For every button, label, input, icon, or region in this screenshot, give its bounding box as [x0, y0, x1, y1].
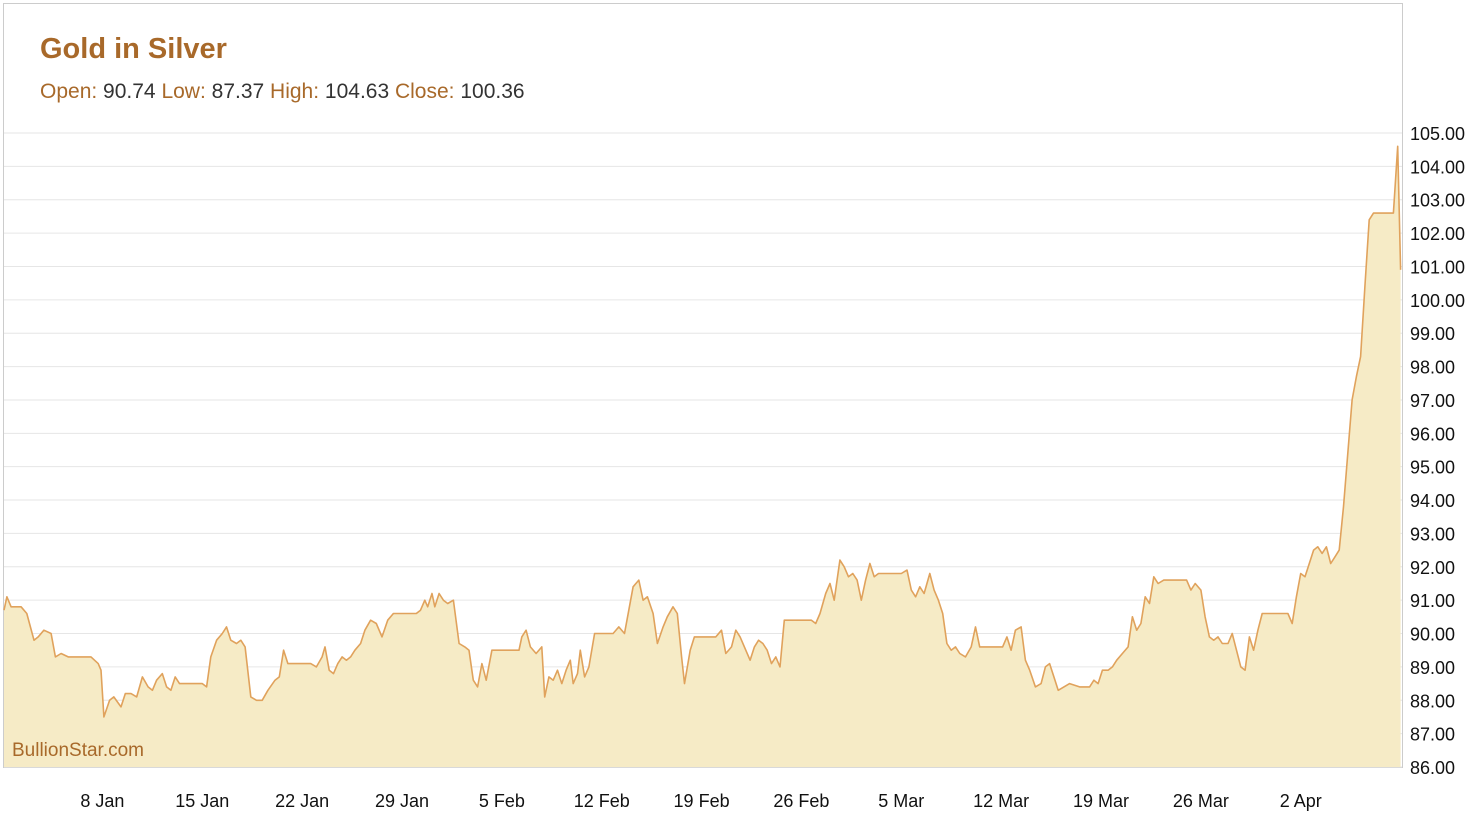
- chart-title: Gold in Silver: [40, 33, 227, 65]
- x-tick-label: 26 Feb: [773, 791, 829, 811]
- x-tick-label: 12 Mar: [973, 791, 1029, 811]
- y-tick-label: 88.00: [1410, 691, 1455, 711]
- x-tick-label: 26 Mar: [1173, 791, 1229, 811]
- y-axis-ticks: 105.00 104.00 103.00 102.00 101.00 100.00 99.0…: [1410, 124, 1465, 778]
- y-tick-label: 102.00: [1410, 224, 1465, 244]
- x-tick-label: 5 Mar: [878, 791, 924, 811]
- x-tick-label: 5 Feb: [479, 791, 525, 811]
- x-tick-label: 22 Jan: [275, 791, 329, 811]
- x-tick-label: 19 Feb: [674, 791, 730, 811]
- y-tick-label: 92.00: [1410, 558, 1455, 578]
- y-tick-label: 90.00: [1410, 625, 1455, 645]
- x-tick-label: 8 Jan: [80, 791, 124, 811]
- y-tick-label: 101.00: [1410, 257, 1465, 277]
- y-tick-label: 97.00: [1410, 391, 1455, 411]
- stat-label: Low:: [156, 80, 212, 103]
- y-tick-label: 94.00: [1410, 491, 1455, 511]
- watermark: BullionStar.com: [12, 740, 144, 761]
- stat-label: Open:: [40, 80, 103, 103]
- y-tick-label: 91.00: [1410, 591, 1455, 611]
- ohlc-stats: Open: 90.74 Low: 87.37 High: 104.63 Clos…: [40, 80, 525, 103]
- y-tick-label: 93.00: [1410, 524, 1455, 544]
- y-tick-label: 104.00: [1410, 157, 1465, 177]
- stat-value: 104.63: [325, 80, 389, 103]
- y-tick-label: 98.00: [1410, 358, 1455, 378]
- y-tick-label: 95.00: [1410, 458, 1455, 478]
- chart: Gold in Silver Open: 90.74 Low: 87.37 Hi…: [3, 3, 1465, 811]
- x-tick-label: 15 Jan: [175, 791, 229, 811]
- y-tick-label: 96.00: [1410, 424, 1455, 444]
- stat-label: High:: [264, 80, 325, 103]
- y-tick-label: 99.00: [1410, 324, 1455, 344]
- y-tick-label: 105.00: [1410, 124, 1465, 144]
- y-tick-label: 89.00: [1410, 658, 1455, 678]
- x-tick-label: 12 Feb: [574, 791, 630, 811]
- y-tick-label: 86.00: [1410, 758, 1455, 778]
- x-tick-label: 29 Jan: [375, 791, 429, 811]
- x-axis-ticks: 8 Jan 15 Jan 22 Jan 29 Jan 5 Feb 12 Feb 19 Feb…: [80, 791, 1321, 811]
- y-tick-label: 103.00: [1410, 191, 1465, 211]
- stat-value: 90.74: [103, 80, 156, 103]
- x-tick-label: 19 Mar: [1073, 791, 1129, 811]
- x-tick-label: 2 Apr: [1280, 791, 1322, 811]
- stat-value: 87.37: [212, 80, 265, 103]
- y-tick-label: 87.00: [1410, 725, 1455, 745]
- stat-label: Close:: [389, 80, 460, 103]
- y-tick-label: 100.00: [1410, 291, 1465, 311]
- stat-value: 100.36: [460, 80, 524, 103]
